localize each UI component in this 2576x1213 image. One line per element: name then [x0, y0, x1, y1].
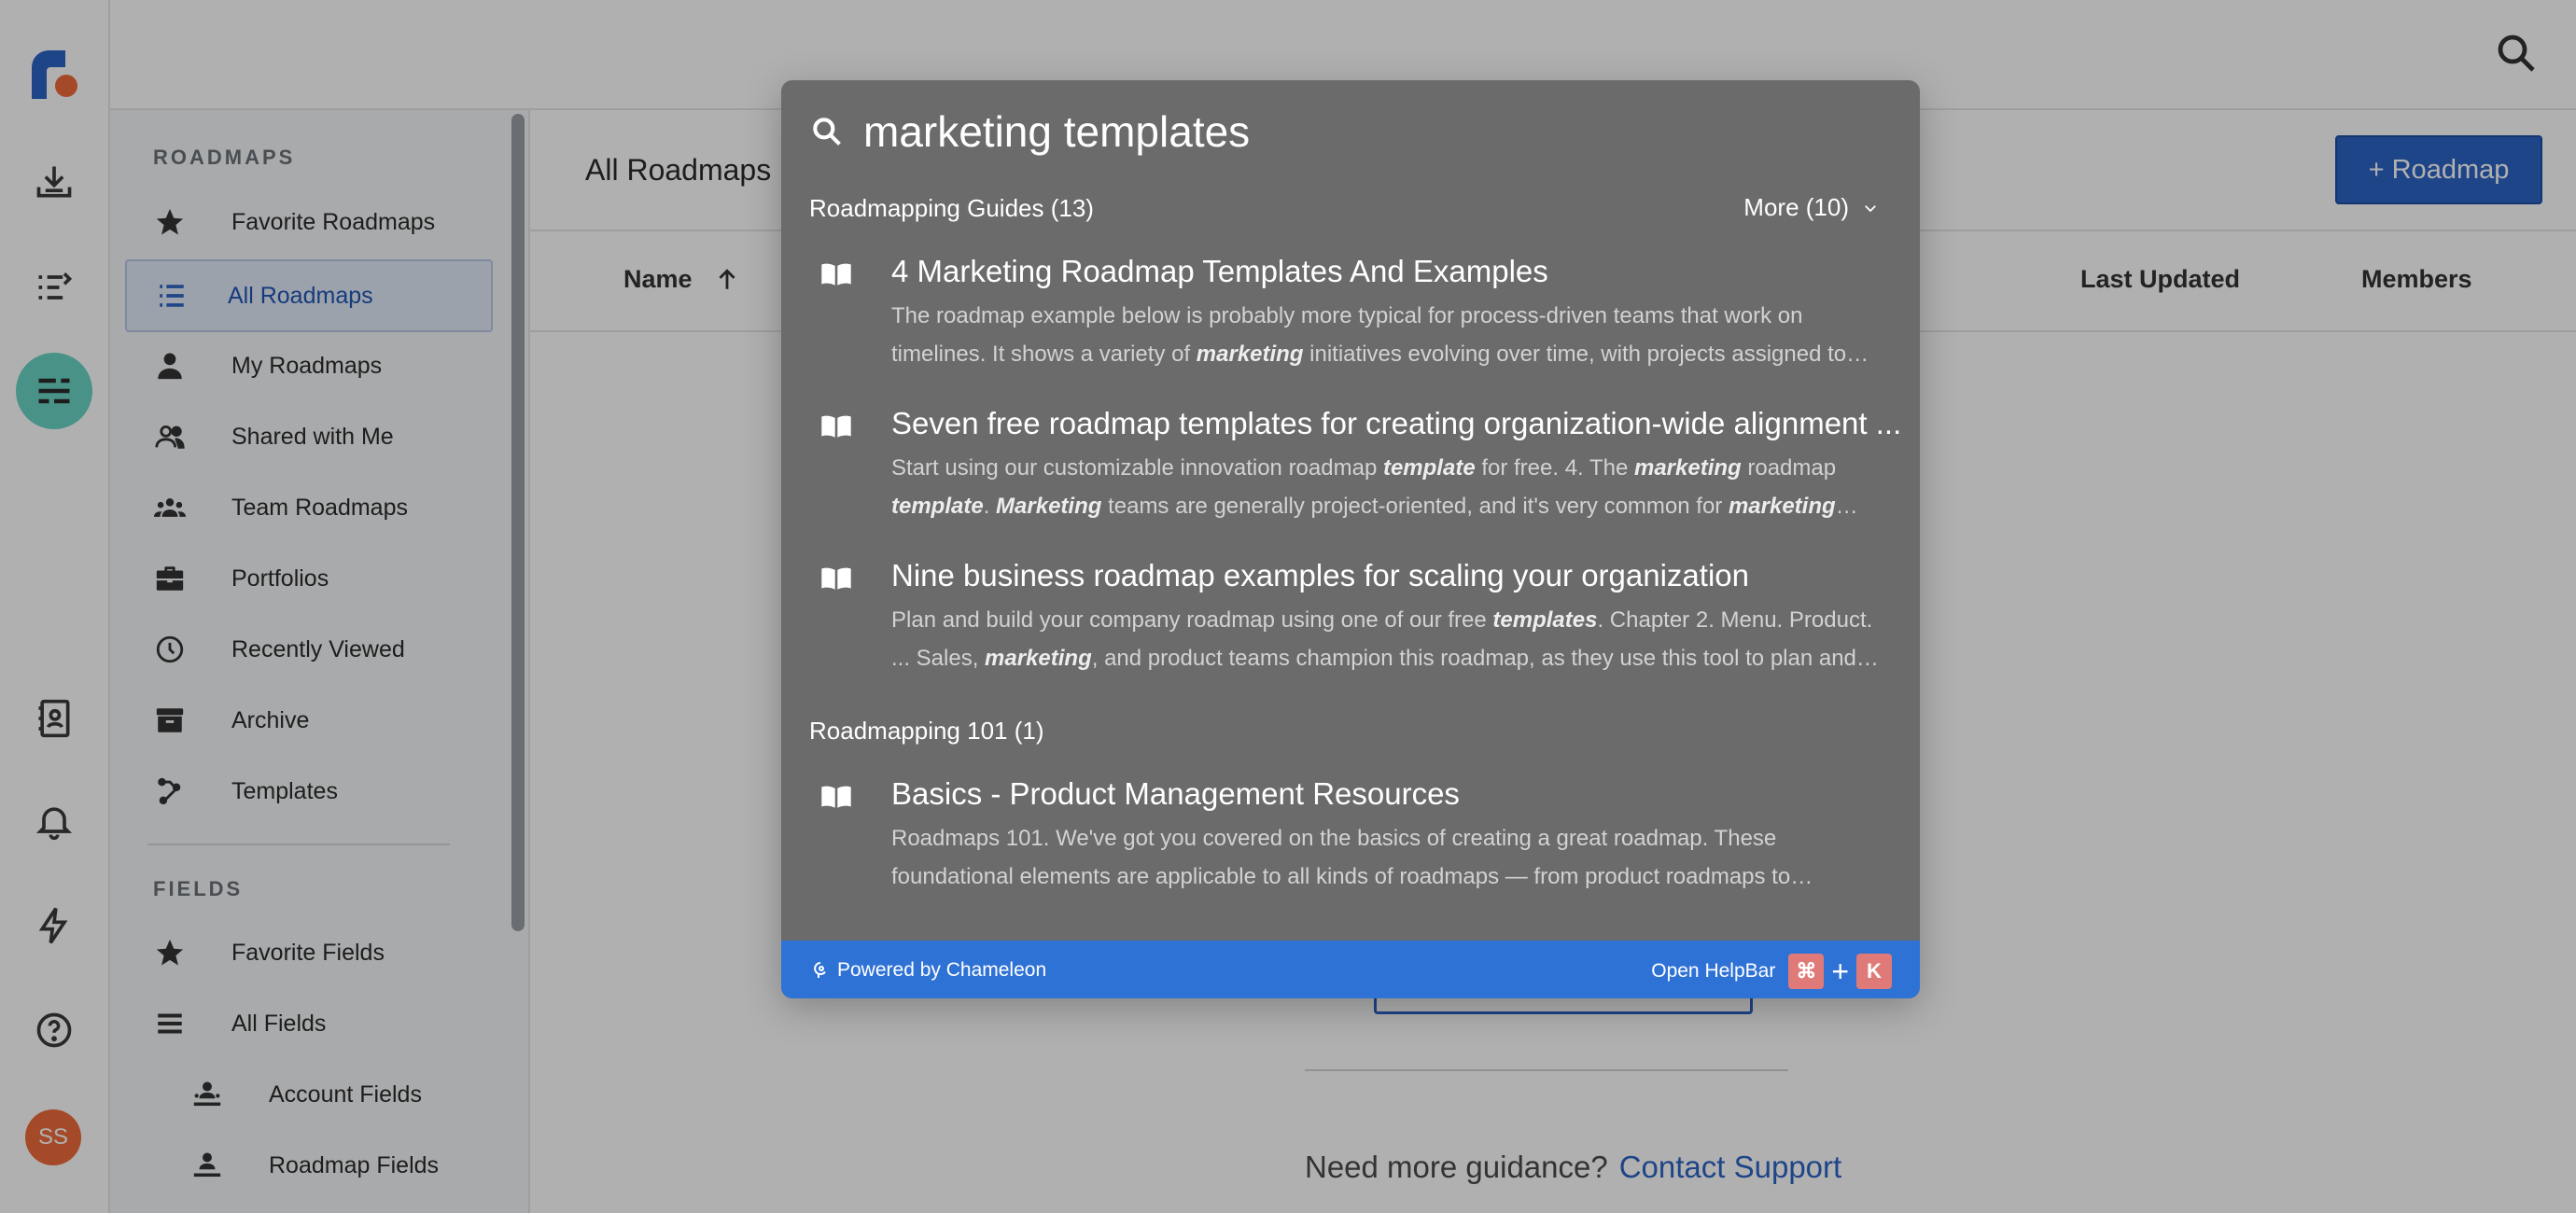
book-icon	[820, 784, 852, 810]
result-snippet: Plan and build your company roadmap usin…	[891, 601, 1881, 677]
snippet-line: Plan and build your company roadmap usin…	[891, 607, 1873, 633]
plus-sign: +	[1831, 954, 1849, 988]
snippet-line: Roadmaps 101. We've got you covered on t…	[891, 826, 1777, 851]
k-key: K	[1856, 954, 1892, 989]
snippet-line: foundational elements are applicable to …	[891, 864, 1813, 889]
chameleon-logo-icon	[813, 961, 837, 980]
open-helpbar-label: Open HelpBar	[1651, 960, 1776, 982]
book-icon	[820, 565, 852, 592]
group-title-101: Roadmapping 101 (1)	[809, 717, 1044, 745]
powered-by-label: Powered by Chameleon	[837, 959, 1047, 981]
more-results-button[interactable]: More (10)	[1743, 193, 1879, 222]
chevron-down-icon	[1849, 200, 1879, 216]
result-title: Nine business roadmap examples for scali…	[891, 558, 1749, 593]
result-item[interactable]: Seven free roadmap templates for creatin…	[809, 406, 1901, 527]
result-item[interactable]: Nine business roadmap examples for scali…	[809, 558, 1901, 679]
helpbar-search-row	[781, 80, 1920, 183]
result-title: 4 Marketing Roadmap Templates And Exampl…	[891, 254, 1548, 288]
helpbar-modal: Roadmapping Guides (13) More (10) 4 Mark…	[781, 80, 1920, 998]
snippet-line: Start using our customizable innovation …	[891, 455, 1837, 481]
result-title: Seven free roadmap templates for creatin…	[891, 406, 1902, 440]
snippet-line: ... Sales, marketing, and product teams …	[891, 646, 1879, 671]
book-icon	[820, 413, 852, 439]
group-title-guides: Roadmapping Guides (13)	[809, 194, 1094, 222]
snippet-line: timelines. It shows a variety of marketi…	[891, 342, 1869, 367]
result-item[interactable]: 4 Marketing Roadmap Templates And Exampl…	[809, 254, 1901, 375]
helpbar-footer: Powered by Chameleon Open HelpBar ⌘ + K	[781, 941, 1920, 998]
result-snippet: The roadmap example below is probably mo…	[891, 297, 1881, 373]
book-icon	[820, 261, 852, 287]
result-snippet: Start using our customizable innovation …	[891, 449, 1881, 525]
helpbar-search-input[interactable]	[863, 99, 1871, 164]
snippet-line: template. Marketing teams are generally …	[891, 494, 1858, 519]
result-title: Basics - Product Management Resources	[891, 776, 1460, 811]
snippet-line: The roadmap example below is probably mo…	[891, 303, 1803, 328]
powered-by-link[interactable]: Powered by Chameleon	[813, 959, 1046, 982]
search-icon	[809, 114, 845, 149]
result-item[interactable]: Basics - Product Management Resources Ro…	[809, 776, 1901, 898]
open-helpbar-hint: Open HelpBar ⌘ + K	[1651, 954, 1892, 989]
more-results-label: More (10)	[1743, 193, 1849, 221]
cmd-key-icon: ⌘	[1788, 954, 1825, 989]
result-snippet: Roadmaps 101. We've got you covered on t…	[891, 819, 1881, 896]
